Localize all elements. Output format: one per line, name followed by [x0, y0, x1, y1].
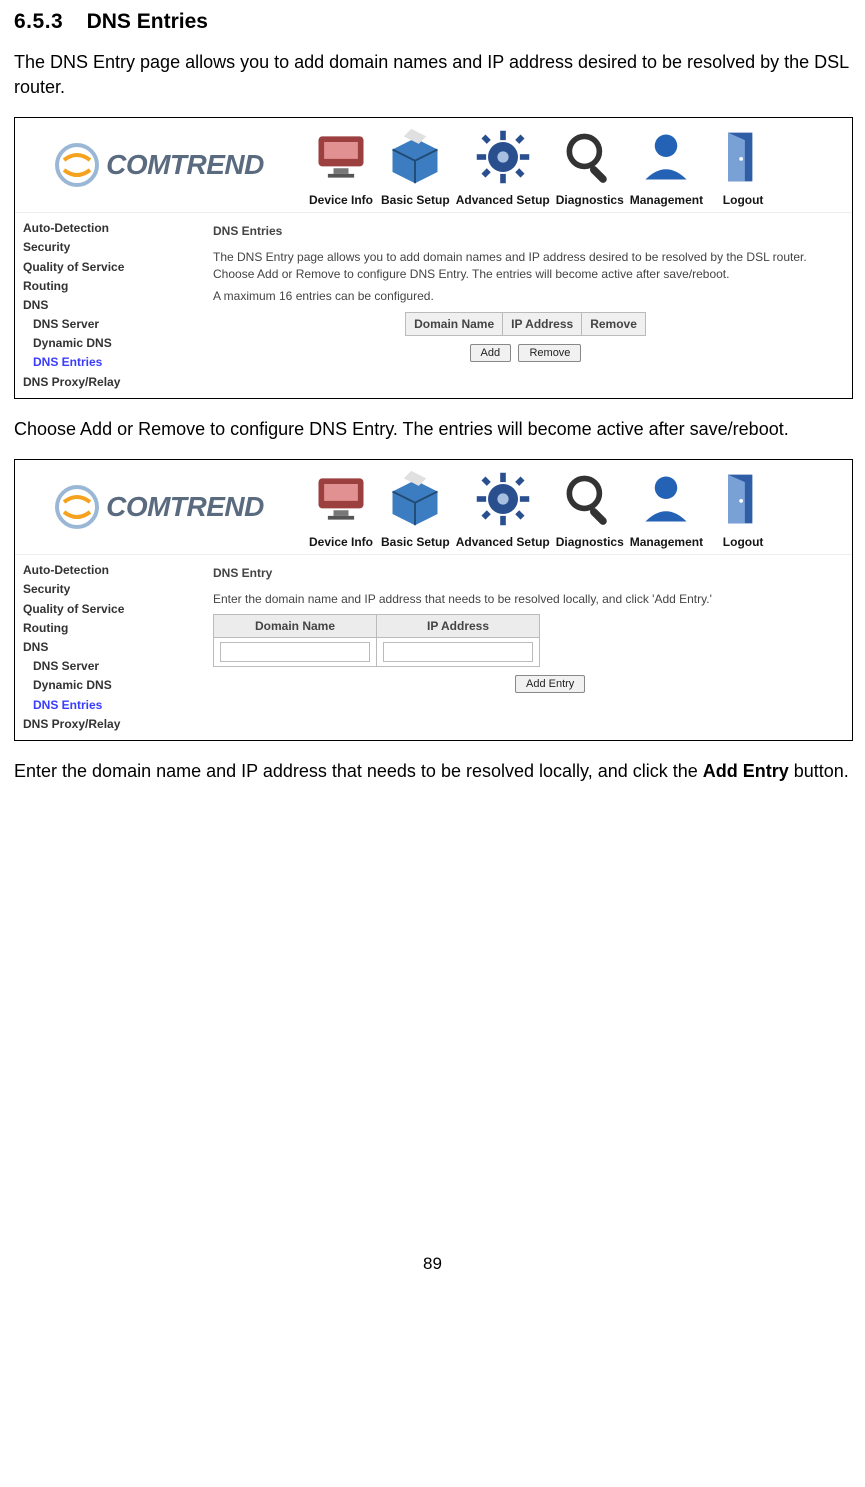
- brand-logo: COMTREND: [15, 118, 303, 212]
- table-header-ip: IP Address: [377, 614, 540, 637]
- topnav-advanced-setup[interactable]: Advanced Setup: [456, 124, 550, 208]
- user-icon: [632, 124, 700, 190]
- door-icon: [709, 466, 777, 532]
- topnav-management[interactable]: Management: [630, 466, 703, 550]
- topnav-label: Device Info: [309, 192, 373, 208]
- topnav-label: Advanced Setup: [456, 534, 550, 550]
- table-header-domain: Domain Name: [214, 614, 377, 637]
- brand-mark-icon: [54, 142, 100, 188]
- magnifier-icon: [556, 124, 624, 190]
- sidebar-item-security[interactable]: Security: [23, 580, 193, 599]
- topnav-label: Management: [630, 192, 703, 208]
- dns-entries-table: Domain Name IP Address Remove: [405, 312, 646, 336]
- sidebar-item-routing[interactable]: Routing: [23, 619, 193, 638]
- sidebar-item-auto-detection[interactable]: Auto-Detection: [23, 219, 193, 238]
- box-icon: [381, 466, 449, 532]
- door-icon: [709, 124, 777, 190]
- sidebar: Auto-Detection Security Quality of Servi…: [15, 554, 199, 740]
- sidebar: Auto-Detection Security Quality of Servi…: [15, 212, 199, 398]
- dns-entry-form-table: Domain Name IP Address: [213, 614, 540, 667]
- content-description: Enter the domain name and IP address tha…: [213, 591, 838, 607]
- sidebar-item-qos[interactable]: Quality of Service: [23, 600, 193, 619]
- remove-button[interactable]: Remove: [518, 344, 581, 362]
- monitor-icon: [307, 124, 375, 190]
- topnav-basic-setup[interactable]: Basic Setup: [381, 124, 450, 208]
- topnav-label: Basic Setup: [381, 192, 450, 208]
- topnav-device-info[interactable]: Device Info: [307, 466, 375, 550]
- sidebar-item-dns-proxy-relay[interactable]: DNS Proxy/Relay: [23, 373, 193, 392]
- sidebar-item-dns-entries[interactable]: DNS Entries: [23, 696, 193, 715]
- sidebar-item-dns-server[interactable]: DNS Server: [23, 657, 193, 676]
- topnav-label: Logout: [723, 534, 764, 550]
- content-title: DNS Entry: [213, 565, 838, 581]
- topnav-logout[interactable]: Logout: [709, 124, 777, 208]
- gear-icon: [469, 466, 537, 532]
- sidebar-item-dns-proxy-relay[interactable]: DNS Proxy/Relay: [23, 715, 193, 734]
- topnav-device-info[interactable]: Device Info: [307, 124, 375, 208]
- topnav-label: Basic Setup: [381, 534, 450, 550]
- ip-address-input[interactable]: [383, 642, 533, 662]
- sidebar-item-dns-server[interactable]: DNS Server: [23, 315, 193, 334]
- intro-paragraph-2: Choose Add or Remove to configure DNS En…: [14, 417, 851, 441]
- topnav-advanced-setup[interactable]: Advanced Setup: [456, 466, 550, 550]
- content-description: The DNS Entry page allows you to add dom…: [213, 249, 838, 281]
- brand-mark-icon: [54, 484, 100, 530]
- sidebar-item-dns-entries[interactable]: DNS Entries: [23, 353, 193, 372]
- box-icon: [381, 124, 449, 190]
- content-title: DNS Entries: [213, 223, 838, 239]
- content-limit: A maximum 16 entries can be configured.: [213, 288, 838, 304]
- topnav-label: Diagnostics: [556, 192, 624, 208]
- page-number: 89: [14, 1253, 851, 1276]
- sidebar-item-dns[interactable]: DNS: [23, 296, 193, 315]
- monitor-icon: [307, 466, 375, 532]
- topnav-diagnostics[interactable]: Diagnostics: [556, 466, 624, 550]
- topnav-basic-setup[interactable]: Basic Setup: [381, 466, 450, 550]
- sidebar-item-auto-detection[interactable]: Auto-Detection: [23, 561, 193, 580]
- sidebar-item-routing[interactable]: Routing: [23, 277, 193, 296]
- add-button[interactable]: Add: [470, 344, 512, 362]
- brand-name: COMTREND: [106, 146, 264, 184]
- topnav-label: Diagnostics: [556, 534, 624, 550]
- intro-paragraph-3: Enter the domain name and IP address tha…: [14, 759, 851, 783]
- sidebar-item-dynamic-dns[interactable]: Dynamic DNS: [23, 334, 193, 353]
- sidebar-item-security[interactable]: Security: [23, 238, 193, 257]
- table-header-ip: IP Address: [503, 312, 582, 335]
- domain-name-input[interactable]: [220, 642, 370, 662]
- topnav-label: Advanced Setup: [456, 192, 550, 208]
- topnav-logout[interactable]: Logout: [709, 466, 777, 550]
- topnav-label: Logout: [723, 192, 764, 208]
- topnav-label: Device Info: [309, 534, 373, 550]
- section-number: 6.5.3: [14, 10, 63, 33]
- table-header-remove: Remove: [582, 312, 646, 335]
- topnav-diagnostics[interactable]: Diagnostics: [556, 124, 624, 208]
- table-header-domain: Domain Name: [406, 312, 503, 335]
- section-title: DNS Entries: [87, 10, 208, 33]
- sidebar-item-dynamic-dns[interactable]: Dynamic DNS: [23, 676, 193, 695]
- user-icon: [632, 466, 700, 532]
- topnav-label: Management: [630, 534, 703, 550]
- screenshot-panel-dns-entry: COMTREND Device Info Basic Setup: [14, 459, 853, 741]
- brand-name: COMTREND: [106, 488, 264, 526]
- gear-icon: [469, 124, 537, 190]
- screenshot-panel-dns-entries: COMTREND Device Info Basic Setup: [14, 117, 853, 399]
- brand-logo: COMTREND: [15, 460, 303, 554]
- intro-paragraph-1: The DNS Entry page allows you to add dom…: [14, 50, 851, 99]
- sidebar-item-dns[interactable]: DNS: [23, 638, 193, 657]
- sidebar-item-qos[interactable]: Quality of Service: [23, 258, 193, 277]
- add-entry-button[interactable]: Add Entry: [515, 675, 585, 693]
- topnav-management[interactable]: Management: [630, 124, 703, 208]
- magnifier-icon: [556, 466, 624, 532]
